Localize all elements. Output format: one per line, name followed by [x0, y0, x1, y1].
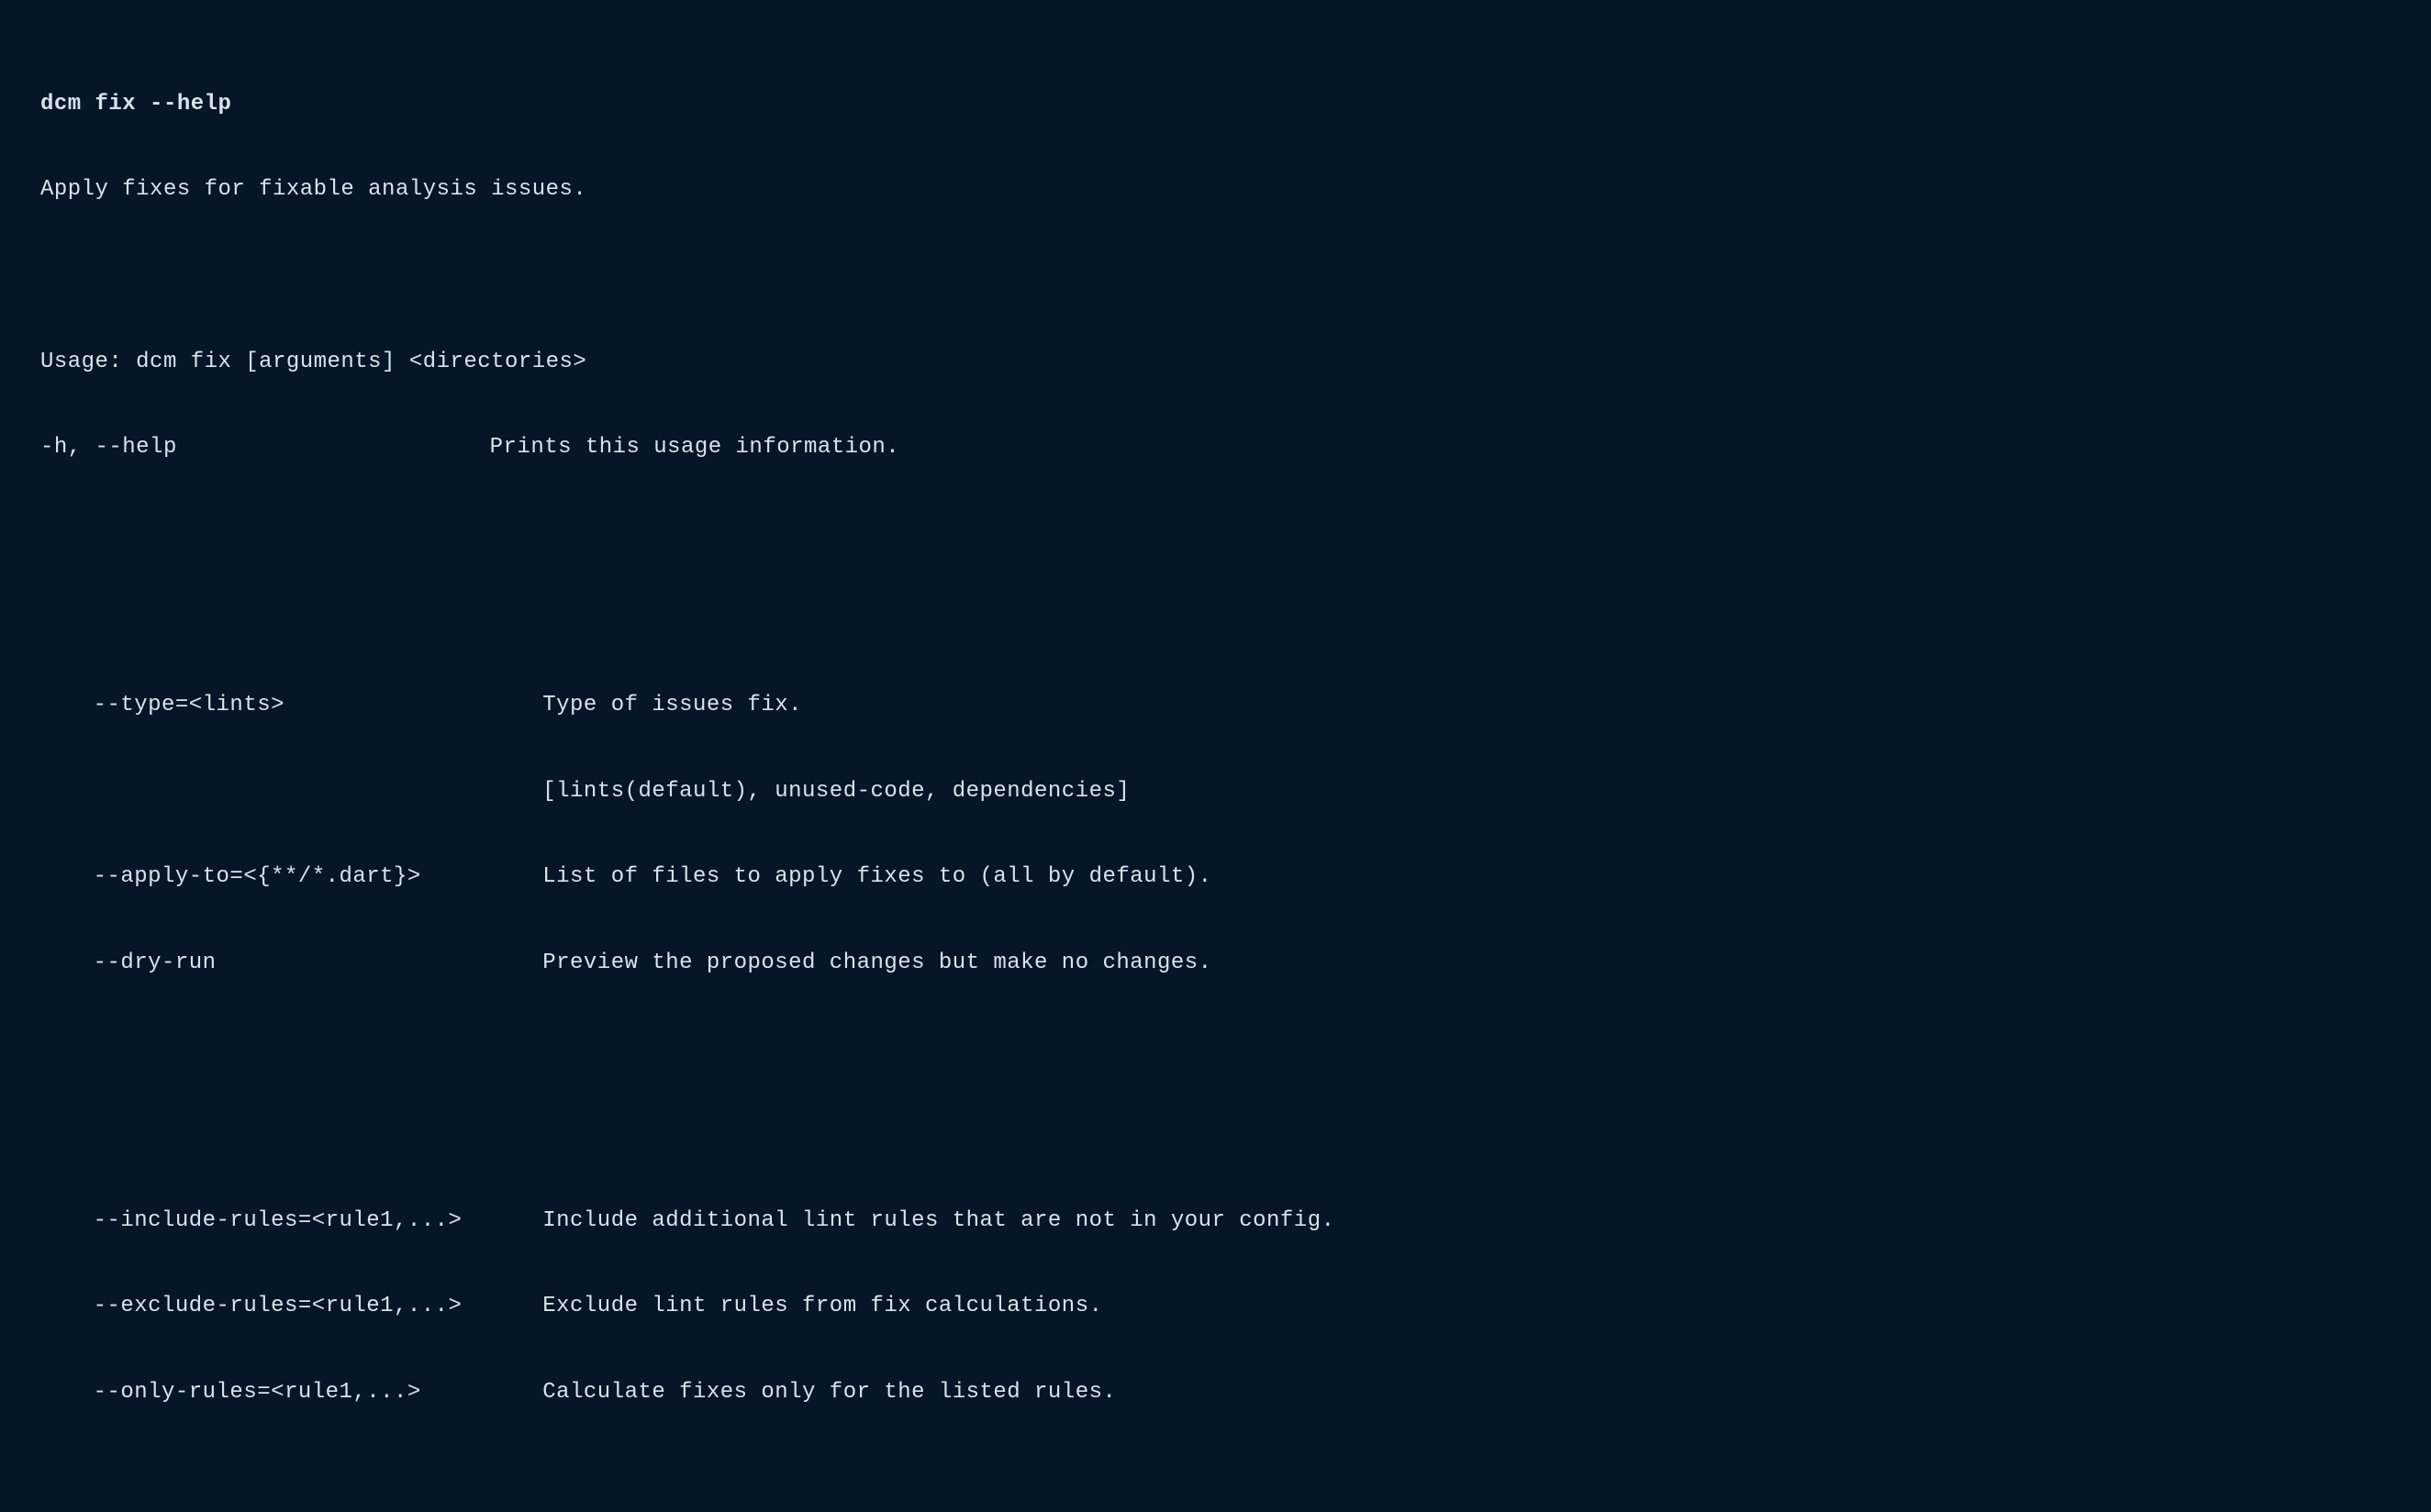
flag-desc: Type of issues fix. [542, 684, 802, 728]
flag-desc: Exclude lint rules from fix calculations… [542, 1285, 1102, 1329]
flag-exclude-rules: --exclude-rules=<rule1,...>Exclude lint … [40, 1285, 2391, 1329]
flag-name: --type=<lints> [94, 684, 543, 728]
flag-type-values: [lints(default), unused-code, dependenci… [40, 771, 2391, 814]
blank-line [40, 513, 2391, 556]
blank-line [40, 255, 2391, 298]
flag-type: --type=<lints>Type of issues fix. [40, 684, 2391, 728]
flag-name: --dry-run [94, 942, 543, 985]
flag-desc: Prints this usage information. [490, 427, 899, 470]
flag-name: --only-rules=<rule1,...> [94, 1372, 543, 1415]
flag-desc: Include additional lint rules that are n… [542, 1200, 1334, 1243]
flag-desc: Preview the proposed changes but make no… [542, 942, 1211, 985]
flag-apply-to: --apply-to=<{**/*.dart}>List of files to… [40, 856, 2391, 899]
blank-line [40, 1114, 2391, 1157]
blank-line [40, 598, 2391, 641]
usage-line: Usage: dcm fix [arguments] <directories> [40, 341, 2391, 384]
flag-desc: List of files to apply fixes to (all by … [542, 856, 1211, 899]
flag-desc: Calculate fixes only for the listed rule… [542, 1372, 1116, 1415]
flag-only-rules: --only-rules=<rule1,...>Calculate fixes … [40, 1372, 2391, 1415]
flag-name: --include-rules=<rule1,...> [94, 1200, 543, 1243]
flag-dry-run: --dry-runPreview the proposed changes bu… [40, 942, 2391, 985]
terminal-output: dcm fix --help Apply fixes for fixable a… [0, 0, 2431, 1512]
flag-name: --apply-to=<{**/*.dart}> [94, 856, 543, 899]
flag-desc: [lints(default), unused-code, dependenci… [542, 771, 1130, 814]
flag-help: -h, --helpPrints this usage information. [40, 427, 2391, 470]
flag-include-rules: --include-rules=<rule1,...>Include addit… [40, 1200, 2391, 1243]
command-line: dcm fix --help [40, 83, 2391, 127]
flag-name: --exclude-rules=<rule1,...> [94, 1285, 543, 1329]
blank-line [40, 1028, 2391, 1071]
description-line: Apply fixes for fixable analysis issues. [40, 169, 2391, 212]
flag-name: -h, --help [40, 427, 490, 470]
